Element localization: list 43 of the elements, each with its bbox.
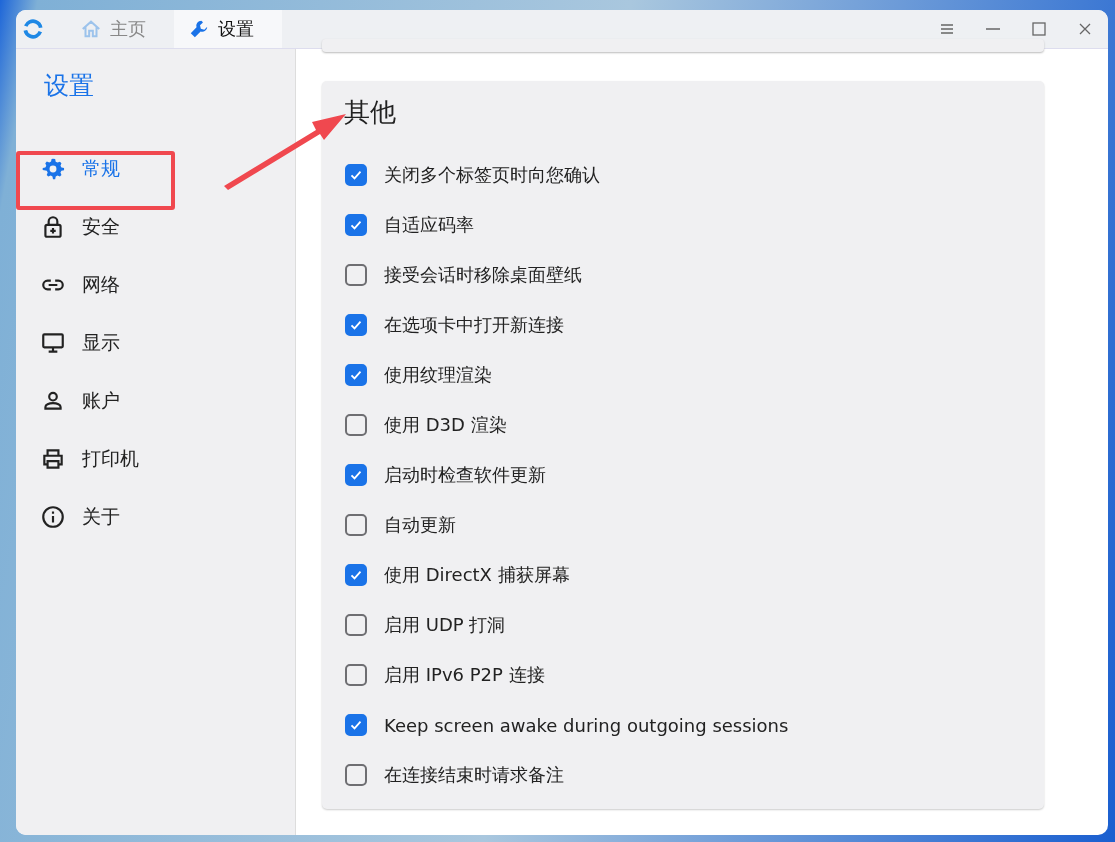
sidebar-item[interactable]: 安全 (16, 198, 295, 256)
checkbox-option[interactable]: 启用 IPv6 P2P 连接 (344, 650, 1024, 700)
wrench-icon (188, 18, 210, 40)
checkbox-option[interactable]: 使用 D3D 渲染 (344, 400, 1024, 450)
sidebar-item[interactable]: 网络 (16, 256, 295, 314)
checkbox-option[interactable]: Keep screen awake during outgoing sessions (344, 700, 1024, 750)
checkbox[interactable] (345, 214, 367, 236)
checkbox-option[interactable]: 关闭多个标签页时向您确认 (344, 150, 1024, 200)
checkbox[interactable] (345, 564, 367, 586)
checkbox-option[interactable]: 自动更新 (344, 500, 1024, 550)
printer-icon (40, 446, 66, 472)
gear-icon (40, 156, 66, 182)
sidebar-item[interactable]: 显示 (16, 314, 295, 372)
tab[interactable]: 设置 (174, 10, 282, 48)
checkbox[interactable] (345, 464, 367, 486)
checkbox-option[interactable]: 使用 DirectX 捕获屏幕 (344, 550, 1024, 600)
checkbox-option[interactable]: 自适应码率 (344, 200, 1024, 250)
checkbox-option[interactable]: 在连接结束时请求备注 (344, 750, 1024, 800)
checkbox[interactable] (345, 664, 367, 686)
sidebar-item[interactable]: 关于 (16, 488, 295, 546)
checkbox[interactable] (345, 364, 367, 386)
logo-icon (22, 18, 44, 40)
checkbox-option[interactable]: 在选项卡中打开新连接 (344, 300, 1024, 350)
sidebar-title: 设置 (44, 70, 95, 102)
sidebar-item[interactable]: 打印机 (16, 430, 295, 488)
checkbox-option[interactable]: 使用纹理渲染 (344, 350, 1024, 400)
checkbox[interactable] (345, 314, 367, 336)
maximize-icon[interactable] (1029, 19, 1049, 39)
section-title: 其他 (344, 96, 397, 129)
checkbox[interactable] (345, 414, 367, 436)
checkbox[interactable] (345, 164, 367, 186)
sidebar-item[interactable]: 账户 (16, 372, 295, 430)
checkbox[interactable] (345, 514, 367, 536)
checkbox[interactable] (345, 764, 367, 786)
checkbox[interactable] (345, 714, 367, 736)
info-icon (40, 504, 66, 530)
checkbox-option[interactable]: 启用 UDP 打洞 (344, 600, 1024, 650)
checkbox[interactable] (345, 614, 367, 636)
checkbox-option[interactable]: 接受会话时移除桌面壁纸 (344, 250, 1024, 300)
home-icon (80, 18, 102, 40)
checkbox[interactable] (345, 264, 367, 286)
checkbox-option[interactable]: 启动时检查软件更新 (344, 450, 1024, 500)
monitor-icon (40, 330, 66, 356)
